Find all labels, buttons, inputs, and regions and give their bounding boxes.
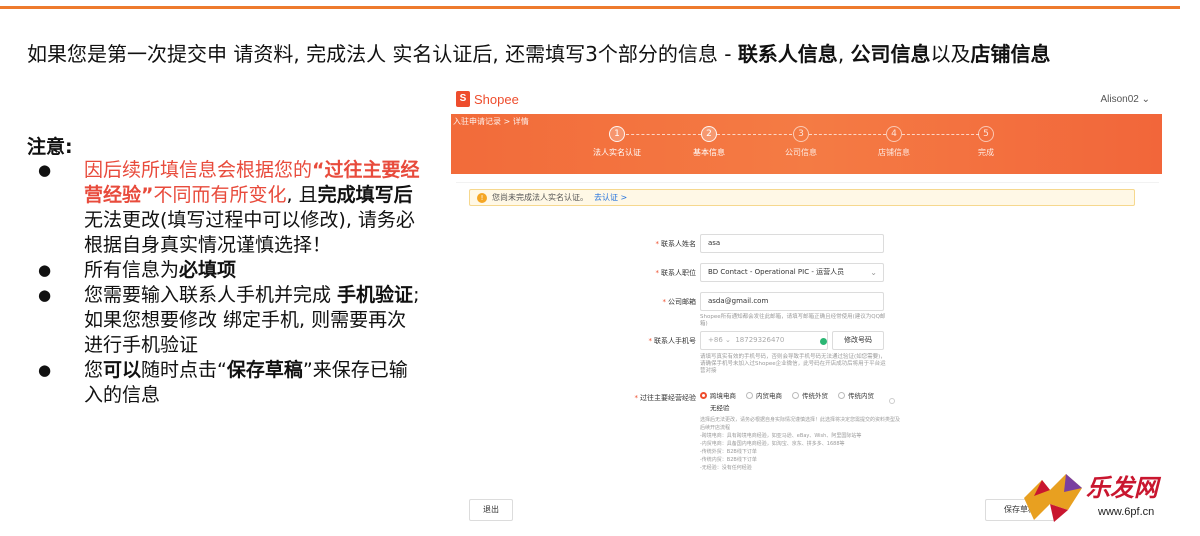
phone-hint: 请填写真实有效的手机号码，否则会导致手机号码无法通过验证(如您需要)，请确保手机…: [700, 354, 886, 374]
step-number: 5: [978, 126, 994, 142]
note-item-4: ● 您可以随时点击“保存草稿”来保存已输入的信息: [38, 358, 423, 408]
note-text: 您需要输入联系人手机并完成: [84, 284, 338, 306]
verify-link[interactable]: 去认证 >: [594, 193, 627, 202]
note-text: 所有信息为: [84, 259, 180, 281]
headline-text: 如果您是第一次提交申 请资料, 完成法人 实名认证后, 还需填写3个部分的信息 …: [27, 42, 738, 66]
experience-radio-group: 跨境电商 内贸电商 传统外贸 传统内贸 无经验: [700, 388, 960, 412]
verification-warning: ! 您尚未完成法人实名认证。 去认证 >: [469, 189, 1135, 206]
step-4: 4 店铺信息: [859, 126, 929, 158]
note-item-2: ● 所有信息为必填项: [38, 258, 423, 283]
app-topbar: S Shopee Alison02 ⌄: [451, 87, 1162, 114]
warning-text: 您尚未完成法人实名认证。: [492, 193, 588, 202]
shopee-bag-icon: S: [456, 91, 470, 107]
contact-name-label: * 联系人姓名: [655, 240, 697, 248]
experience-hint: 选择后无法更改，请务必根据自身实际情况谨慎选择！此选择将决定您需提交的资料类型及…: [700, 417, 901, 471]
notes-list: ● 因后续所填信息会根据您的“过往主要经营经验”不同而有所变化, 且完成填写后无法…: [38, 158, 423, 408]
company-email-input[interactable]: asda@gmail.com: [700, 292, 884, 311]
top-divider: [0, 6, 1180, 9]
note-emphasis: 可以: [103, 359, 142, 381]
step-label: 完成: [978, 148, 994, 157]
contact-position-select[interactable]: BD Contact - Operational PIC - 运营人员 ⌄: [700, 263, 884, 282]
bullet-icon: ●: [38, 286, 52, 304]
headline-contact-info: 联系人信息: [737, 42, 838, 66]
headline-and: 以及: [930, 42, 971, 66]
step-number: 4: [886, 126, 902, 142]
exit-button[interactable]: 退出: [469, 499, 513, 521]
company-email-label: * 公司邮箱: [662, 298, 697, 306]
watermark-url: www.6pf.cn: [1098, 506, 1155, 518]
watermark-logo-icon: [1024, 474, 1082, 522]
chevron-down-icon: ⌄: [870, 268, 877, 277]
note-text: 不同而有所变化: [153, 184, 287, 206]
contact-position-label: * 联系人职位: [655, 269, 697, 277]
note-item-1: ● 因后续所填信息会根据您的“过往主要经营经验”不同而有所变化, 且完成填写后无法…: [38, 158, 423, 258]
radio-traditional-export[interactable]: 传统外贸: [792, 390, 828, 400]
experience-label: * 过往主要经营经验: [634, 394, 697, 402]
watermark: 乐发网 www.6pf.cn: [1020, 468, 1190, 526]
note-text: , 且: [286, 184, 318, 206]
note-emphasis: 完成填写后: [317, 184, 413, 206]
phone-country-code[interactable]: +86: [708, 336, 723, 344]
headline-company-info: 公司信息: [850, 42, 931, 66]
bullet-icon: ●: [38, 261, 52, 279]
change-phone-button[interactable]: 修改号码: [832, 331, 884, 350]
headline-shop-info: 店铺信息: [970, 42, 1051, 66]
progress-steps: 1 法人实名认证 2 基本信息 3 公司信息 4 店铺信息 5 完成: [451, 126, 1162, 166]
bullet-icon: ●: [38, 361, 52, 379]
headline-separator: ,: [837, 42, 851, 66]
note-text: 随时点击“: [141, 359, 227, 381]
radio-traditional-domestic[interactable]: 传统内贸: [838, 390, 874, 400]
step-number: 2: [701, 126, 717, 142]
radio-no-experience[interactable]: 无经验: [700, 402, 730, 412]
contact-phone-label: * 联系人手机号: [648, 337, 697, 345]
step-label: 公司信息: [785, 148, 817, 157]
note-text: 因后续所填信息会根据您的: [84, 159, 313, 181]
note-text: 无法更改(填写过程中可以修改), 请务必根据自身真实情况谨慎选择！: [84, 209, 415, 256]
note-item-3: ● 您需要输入联系人手机并完成 手机验证;如果您想要修改 绑定手机, 则需要再次进…: [38, 283, 423, 358]
shopee-logo[interactable]: S Shopee: [456, 91, 519, 107]
note-emphasis: 保存草稿: [226, 359, 303, 381]
contact-phone-input[interactable]: +86 ⌄ 18729326470: [700, 331, 828, 350]
notes-title: 注意:: [27, 136, 73, 158]
note-emphasis: 手机验证: [337, 284, 414, 306]
warning-icon: !: [477, 193, 487, 203]
page-headline: 如果您是第一次提交申 请资料, 完成法人 实名认证后, 还需填写3个部分的信息 …: [27, 40, 1167, 68]
user-menu[interactable]: Alison02 ⌄: [1100, 94, 1150, 105]
step-number: 3: [793, 126, 809, 142]
info-icon[interactable]: [889, 398, 895, 404]
step-3: 3 公司信息: [766, 126, 836, 158]
app-screenshot: S Shopee Alison02 ⌄ 入驻申请记录 > 详情 1 法人实名认证…: [451, 87, 1162, 529]
step-label: 店铺信息: [878, 148, 910, 157]
step-number: 1: [609, 126, 625, 142]
step-1: 1 法人实名认证: [582, 126, 652, 158]
bullet-icon: ●: [38, 161, 52, 179]
step-label: 法人实名认证: [593, 148, 641, 157]
progress-banner: 入驻申请记录 > 详情 1 法人实名认证 2 基本信息 3 公司信息 4 店铺信…: [451, 114, 1162, 174]
note-text: 您: [84, 359, 104, 381]
step-label: 基本信息: [693, 148, 725, 157]
step-5: 5 完成: [951, 126, 1021, 158]
step-2: 2 基本信息: [674, 126, 744, 158]
radio-cross-border[interactable]: 跨境电商: [700, 390, 736, 400]
email-hint: Shopee所有通知都会发往此邮箱，请填写邮箱正确且经常使用(建议为QQ邮箱): [700, 314, 886, 327]
brand-name: Shopee: [474, 91, 519, 107]
note-emphasis: 必填项: [179, 259, 237, 281]
verified-check-icon: [820, 338, 827, 345]
watermark-text: 乐发网: [1086, 473, 1158, 502]
contact-name-input[interactable]: asa: [700, 234, 884, 253]
radio-domestic-ecommerce[interactable]: 内贸电商: [746, 390, 782, 400]
